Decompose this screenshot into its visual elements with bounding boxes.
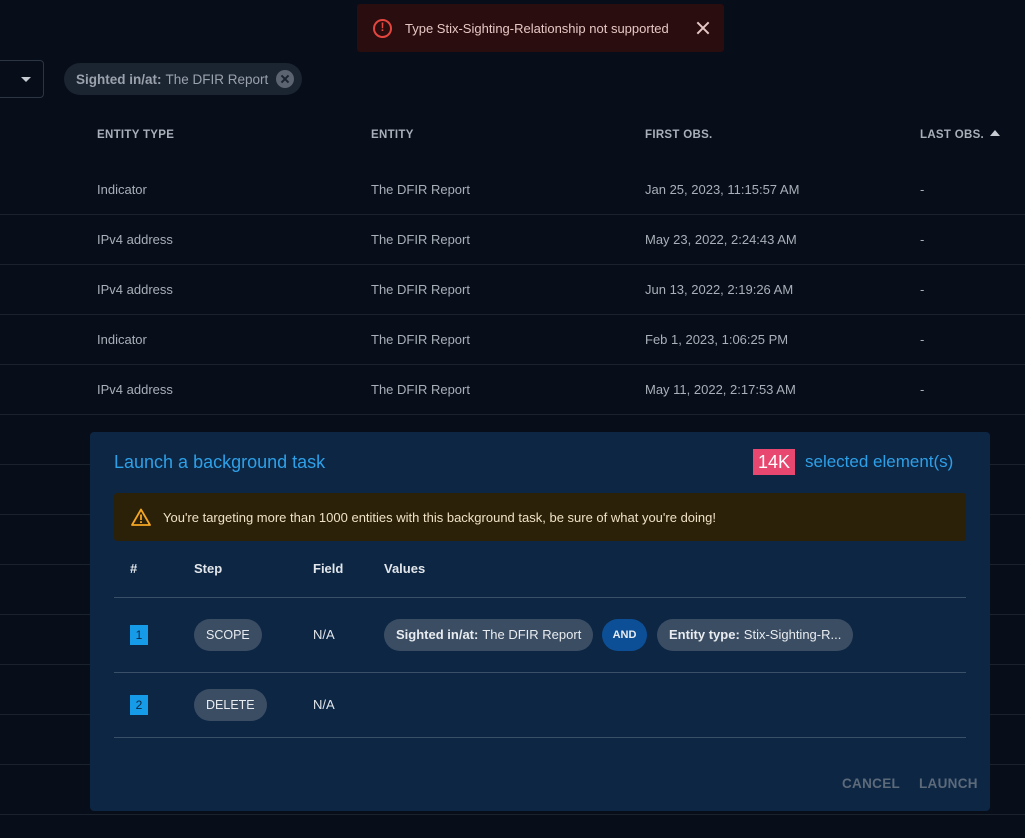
cell-entity-type: IPv4 address bbox=[97, 382, 173, 397]
column-header-first-obs[interactable]: FIRST OBS. bbox=[645, 129, 713, 141]
value-chip-sighted: Sighted in/at: The DFIR Report bbox=[384, 619, 594, 651]
cell-entity: The DFIR Report bbox=[371, 382, 470, 397]
background-task-dialog: Launch a background task 14K selected el… bbox=[90, 432, 990, 811]
value-chip-value: The DFIR Report bbox=[482, 627, 582, 642]
cell-entity: The DFIR Report bbox=[371, 232, 470, 247]
and-operator-chip: AND bbox=[602, 619, 647, 651]
step-chip-delete: DELETE bbox=[194, 689, 267, 721]
divider bbox=[114, 737, 966, 738]
cell-entity-type: Indicator bbox=[97, 182, 147, 197]
step-field: N/A bbox=[313, 697, 335, 712]
sort-ascending-icon[interactable] bbox=[990, 130, 1000, 136]
cell-last-obs: - bbox=[920, 182, 925, 197]
column-header-last-obs[interactable]: LAST OBS. bbox=[920, 129, 984, 141]
filter-dropdown[interactable] bbox=[0, 60, 44, 98]
warning-text: You're targeting more than 1000 entities… bbox=[163, 509, 716, 525]
cell-entity-type: IPv4 address bbox=[97, 232, 173, 247]
dialog-title: Launch a background task bbox=[114, 452, 326, 472]
warning-icon bbox=[131, 508, 151, 526]
table-row[interactable]: IPv4 address The DFIR Report May 23, 202… bbox=[0, 215, 1025, 265]
column-header-entity-type[interactable]: ENTITY TYPE bbox=[97, 129, 174, 141]
divider bbox=[114, 672, 966, 673]
cell-first-obs: May 11, 2022, 2:17:53 AM bbox=[645, 382, 796, 397]
cell-last-obs: - bbox=[920, 282, 925, 297]
table-row[interactable]: IPv4 address The DFIR Report Jun 13, 202… bbox=[0, 265, 1025, 315]
filter-chip-key: Sighted in/at: bbox=[76, 71, 162, 87]
step-number: 1 bbox=[130, 625, 148, 645]
table-row[interactable]: Indicator The DFIR Report Jan 25, 2023, … bbox=[0, 165, 1025, 215]
cancel-button[interactable]: CANCEL bbox=[842, 776, 900, 791]
caret-down-icon bbox=[21, 77, 31, 82]
cell-first-obs: May 23, 2022, 2:24:43 AM bbox=[645, 232, 797, 247]
cell-last-obs: - bbox=[920, 382, 925, 397]
filter-chip-value: The DFIR Report bbox=[165, 71, 269, 87]
value-chip-entity-type: Entity type: Stix-Sighting-R... bbox=[657, 619, 854, 651]
cell-last-obs: - bbox=[920, 232, 925, 247]
selected-count-label: selected element(s) bbox=[805, 452, 954, 471]
error-icon bbox=[373, 18, 392, 38]
error-toast: Type Stix-Sighting-Relationship not supp… bbox=[357, 4, 724, 52]
step-chip-scope: SCOPE bbox=[194, 619, 262, 651]
cell-entity-type: Indicator bbox=[97, 332, 147, 347]
selected-count-badge: 14K bbox=[753, 449, 796, 475]
column-header-values: Values bbox=[384, 561, 426, 576]
table-row[interactable]: Indicator The DFIR Report Feb 1, 2023, 1… bbox=[0, 315, 1025, 365]
cell-last-obs: - bbox=[920, 332, 925, 347]
step-field: N/A bbox=[313, 627, 335, 642]
cell-entity: The DFIR Report bbox=[371, 182, 470, 197]
step-number: 2 bbox=[130, 695, 148, 715]
launch-button[interactable]: LAUNCH bbox=[919, 776, 978, 791]
cell-entity-type: IPv4 address bbox=[97, 282, 173, 297]
divider bbox=[114, 597, 966, 598]
value-chip-key: Entity type: bbox=[669, 627, 740, 642]
cell-entity: The DFIR Report bbox=[371, 282, 470, 297]
cell-first-obs: Jun 13, 2022, 2:19:26 AM bbox=[645, 282, 794, 297]
toast-message: Type Stix-Sighting-Relationship not supp… bbox=[405, 20, 669, 36]
column-header-step: Step bbox=[194, 561, 223, 576]
column-header-num: # bbox=[130, 561, 138, 576]
remove-filter-icon[interactable] bbox=[276, 70, 295, 88]
column-header-entity[interactable]: ENTITY bbox=[371, 129, 414, 141]
value-chip-value: Stix-Sighting-R... bbox=[743, 627, 842, 642]
value-chip-key: Sighted in/at: bbox=[396, 627, 479, 642]
cell-first-obs: Feb 1, 2023, 1:06:25 PM bbox=[645, 332, 789, 347]
table-row[interactable]: IPv4 address The DFIR Report May 11, 202… bbox=[0, 365, 1025, 415]
column-header-field: Field bbox=[313, 561, 344, 576]
cell-first-obs: Jan 25, 2023, 11:15:57 AM bbox=[645, 182, 800, 197]
warning-alert: You're targeting more than 1000 entities… bbox=[114, 493, 966, 541]
close-icon[interactable] bbox=[696, 21, 710, 35]
filter-chip[interactable]: Sighted in/at: The DFIR Report bbox=[64, 63, 303, 95]
cell-entity: The DFIR Report bbox=[371, 332, 470, 347]
